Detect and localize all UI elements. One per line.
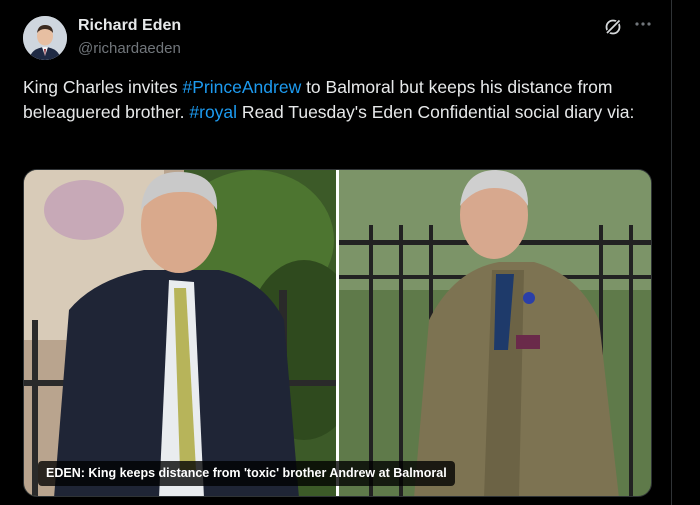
tweet-text: King Charles invites #PrinceAndrew to Ba… <box>23 75 653 125</box>
author-handle[interactable]: @richardaeden <box>78 40 181 57</box>
media-image[interactable] <box>23 169 652 497</box>
hashtag-link[interactable]: #PrinceAndrew <box>183 77 302 97</box>
tweet-text-part: Read Tuesday's Eden Confidential social … <box>237 102 635 122</box>
media-caption: EDEN: King keeps distance from 'toxic' b… <box>38 461 455 486</box>
author-name[interactable]: Richard Eden <box>78 17 181 35</box>
grok-icon[interactable] <box>603 17 623 37</box>
more-icon[interactable] <box>632 14 654 34</box>
author-avatar[interactable] <box>23 16 67 60</box>
scrollbar-gutter[interactable] <box>673 0 700 505</box>
post-card[interactable]: Richard Eden @richardaeden King Charles … <box>0 0 672 505</box>
tweet-text-part: King Charles invites <box>23 77 183 97</box>
hashtag-link[interactable]: #royal <box>189 102 237 122</box>
media-photo-illustration <box>24 170 651 496</box>
